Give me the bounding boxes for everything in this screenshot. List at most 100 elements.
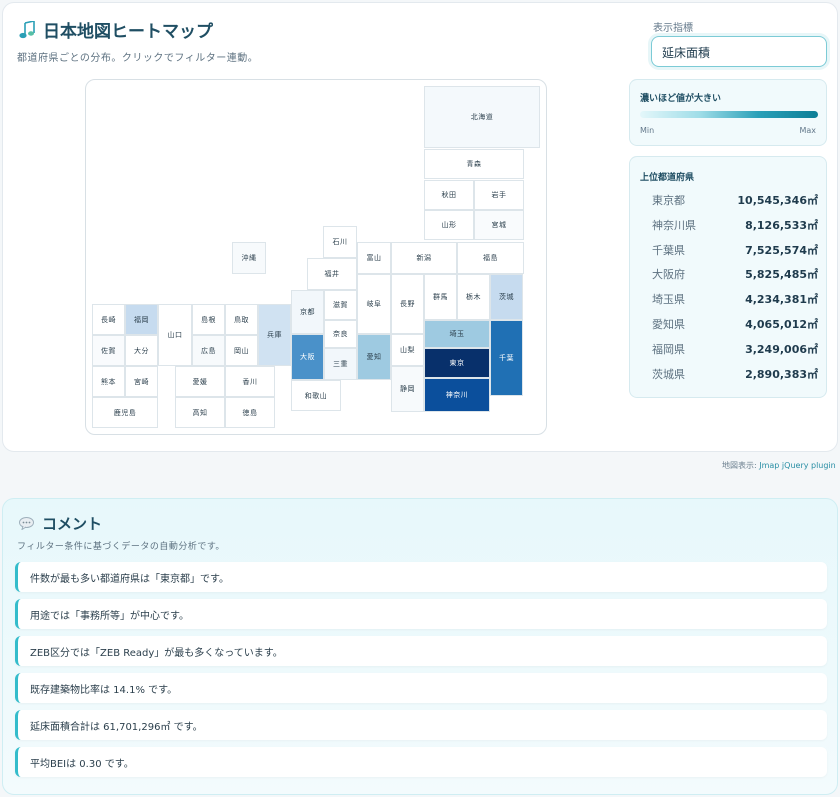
pref-chiba[interactable]: 千葉 bbox=[490, 320, 523, 396]
pref-aomori[interactable]: 青森 bbox=[424, 149, 524, 179]
music-note-icon bbox=[19, 20, 35, 38]
rank-row[interactable]: 福岡県 3,249,006㎡ bbox=[652, 340, 818, 358]
rank-value: 5,825,485㎡ bbox=[745, 268, 818, 281]
rank-row[interactable]: 茨城県 2,890,383㎡ bbox=[652, 365, 818, 383]
top-prefectures-title: 上位都道府県 bbox=[640, 173, 695, 183]
speech-bubble-icon bbox=[19, 517, 34, 530]
comment-title-text: コメント bbox=[42, 515, 103, 533]
legend: 濃いほど値が大きい Min Max bbox=[629, 79, 827, 146]
pref-nara[interactable]: 奈良 bbox=[324, 320, 357, 348]
pref-fukuoka[interactable]: 福岡 bbox=[125, 304, 158, 335]
comment-item: 既存建築物比率は 14.1% です。 bbox=[15, 673, 827, 703]
rank-value: 8,126,533㎡ bbox=[745, 219, 818, 232]
pref-fukui[interactable]: 福井 bbox=[307, 258, 357, 290]
pref-hiroshima[interactable]: 広島 bbox=[192, 335, 225, 366]
pref-ishikawa[interactable]: 石川 bbox=[323, 226, 357, 258]
rank-row[interactable]: 埼玉県 4,234,381㎡ bbox=[652, 290, 818, 308]
legend-min-label: Min bbox=[640, 126, 655, 135]
comment-card: コメント フィルター条件に基づくデータの自動分析です。 件数が最も多い都道府県は… bbox=[2, 498, 838, 795]
pref-tokyo[interactable]: 東京 bbox=[424, 348, 490, 378]
comment-item: 平均BEIは 0.30 です。 bbox=[15, 747, 827, 777]
pref-kyoto[interactable]: 京都 bbox=[291, 290, 324, 334]
rank-row[interactable]: 愛知県 4,065,012㎡ bbox=[652, 315, 818, 333]
rank-name: 福岡県 bbox=[652, 343, 685, 356]
pref-hyogo[interactable]: 兵庫 bbox=[258, 304, 291, 366]
top-prefectures-panel: 上位都道府県 東京都 10,545,346㎡ 神奈川県 8,126,533㎡ 千… bbox=[629, 156, 827, 398]
rank-name: 大阪府 bbox=[652, 268, 685, 281]
pref-akita[interactable]: 秋田 bbox=[424, 180, 474, 210]
pref-yamanashi[interactable]: 山梨 bbox=[391, 334, 424, 366]
rank-name: 埼玉県 bbox=[652, 293, 685, 306]
pref-aichi[interactable]: 愛知 bbox=[357, 334, 391, 380]
rank-value: 7,525,574㎡ bbox=[745, 244, 818, 257]
pref-gunma[interactable]: 群馬 bbox=[424, 274, 457, 320]
heatmap-card: 日本地図ヒートマップ 都道府県ごとの分布。クリックでフィルター連動。 表示指標 … bbox=[2, 2, 838, 452]
pref-miyagi[interactable]: 宮城 bbox=[474, 210, 524, 240]
pref-nagano[interactable]: 長野 bbox=[391, 274, 424, 334]
rank-row[interactable]: 東京都 10,545,346㎡ bbox=[652, 191, 818, 209]
pref-okinawa[interactable]: 沖縄 bbox=[232, 242, 266, 274]
rank-value: 3,249,006㎡ bbox=[745, 343, 818, 356]
map-credit: 地図表示: Jmap jQuery plugin bbox=[722, 460, 836, 471]
comment-item: 用途では「事務所等」が中心です。 bbox=[15, 599, 827, 629]
rank-value: 2,890,383㎡ bbox=[745, 368, 818, 381]
comment-title: コメント bbox=[19, 513, 102, 534]
pref-yamaguchi[interactable]: 山口 bbox=[158, 304, 192, 366]
rank-row[interactable]: 神奈川県 8,126,533㎡ bbox=[652, 216, 818, 234]
pref-osaka[interactable]: 大阪 bbox=[291, 334, 324, 380]
pref-shimane[interactable]: 島根 bbox=[192, 304, 225, 335]
metric-select[interactable]: 延床面積 bbox=[651, 36, 827, 67]
pref-gifu[interactable]: 岐阜 bbox=[357, 274, 391, 334]
pref-toyama[interactable]: 富山 bbox=[357, 242, 391, 274]
pref-saitama[interactable]: 埼玉 bbox=[424, 320, 490, 348]
rank-value: 4,234,381㎡ bbox=[745, 293, 818, 306]
pref-oita[interactable]: 大分 bbox=[125, 335, 158, 366]
pref-hokkaido[interactable]: 北海道 bbox=[424, 86, 540, 148]
pref-tochigi[interactable]: 栃木 bbox=[457, 274, 490, 320]
page-subtitle: 都道府県ごとの分布。クリックでフィルター連動。 bbox=[17, 53, 259, 64]
metric-label: 表示指標 bbox=[653, 23, 693, 34]
comment-item: ZEB区分では「ZEB Ready」が最も多くなっています。 bbox=[15, 636, 827, 666]
pref-kagawa[interactable]: 香川 bbox=[225, 366, 275, 397]
pref-shiga[interactable]: 滋賀 bbox=[324, 290, 357, 320]
rank-name: 愛知県 bbox=[652, 318, 685, 331]
rank-name: 東京都 bbox=[652, 194, 685, 207]
pref-fukushima[interactable]: 福島 bbox=[457, 242, 524, 274]
pref-nagasaki[interactable]: 長崎 bbox=[92, 304, 125, 335]
rank-name: 茨城県 bbox=[652, 368, 685, 381]
pref-ehime[interactable]: 愛媛 bbox=[175, 366, 225, 397]
legend-max-label: Max bbox=[799, 126, 816, 135]
comment-subtitle: フィルター条件に基づくデータの自動分析です。 bbox=[17, 542, 225, 552]
comment-item: 延床面積合計は 61,701,296㎡ です。 bbox=[15, 710, 827, 740]
pref-kanagawa[interactable]: 神奈川 bbox=[424, 378, 490, 412]
pref-yamagata[interactable]: 山形 bbox=[424, 210, 474, 240]
rank-value: 10,545,346㎡ bbox=[737, 194, 818, 207]
pref-kagoshima[interactable]: 鹿児島 bbox=[92, 397, 158, 428]
pref-kochi[interactable]: 高知 bbox=[175, 397, 225, 428]
comment-item: 件数が最も多い都道府県は「東京都」です。 bbox=[15, 562, 827, 592]
rank-name: 神奈川県 bbox=[652, 219, 696, 232]
pref-shizuoka[interactable]: 静岡 bbox=[391, 366, 424, 412]
pref-okayama[interactable]: 岡山 bbox=[225, 335, 258, 366]
pref-wakayama[interactable]: 和歌山 bbox=[291, 380, 341, 411]
pref-kumamoto[interactable]: 熊本 bbox=[92, 366, 125, 397]
map-credit-prefix: 地図表示: bbox=[722, 461, 760, 470]
japan-map: 北海道 青森 秋田 岩手 山形 宮城 石川 富山 新潟 福島 沖縄 福井 長崎 … bbox=[85, 79, 547, 435]
pref-ibaraki[interactable]: 茨城 bbox=[490, 274, 523, 320]
page-title: 日本地図ヒートマップ bbox=[19, 17, 213, 42]
pref-mie[interactable]: 三重 bbox=[324, 348, 357, 380]
pref-niigata[interactable]: 新潟 bbox=[391, 242, 457, 274]
pref-saga[interactable]: 佐賀 bbox=[92, 335, 125, 366]
rank-value: 4,065,012㎡ bbox=[745, 318, 818, 331]
pref-iwate[interactable]: 岩手 bbox=[474, 180, 524, 210]
legend-title: 濃いほど値が大きい bbox=[640, 94, 722, 104]
page-title-text: 日本地図ヒートマップ bbox=[43, 22, 213, 42]
rank-row[interactable]: 千葉県 7,525,574㎡ bbox=[652, 241, 818, 259]
map-credit-link[interactable]: Jmap jQuery plugin bbox=[759, 461, 836, 470]
rank-row[interactable]: 大阪府 5,825,485㎡ bbox=[652, 265, 818, 283]
pref-miyazaki[interactable]: 宮崎 bbox=[125, 366, 158, 397]
pref-tottori[interactable]: 鳥取 bbox=[225, 304, 258, 335]
rank-name: 千葉県 bbox=[652, 244, 685, 257]
pref-tokushima[interactable]: 徳島 bbox=[225, 397, 275, 428]
legend-gradient-bar bbox=[640, 111, 818, 118]
